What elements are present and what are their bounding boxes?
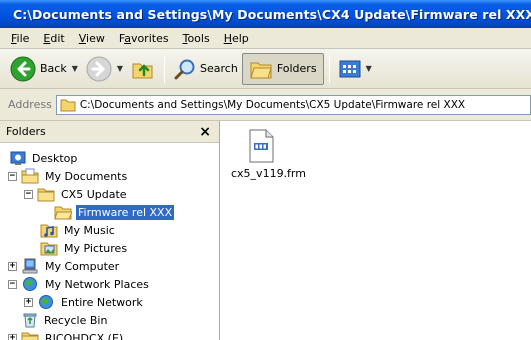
toolbar: Back ▼ ▼ Search Folders ▼ [0,49,531,89]
back-button[interactable]: Back ▼ [6,53,82,85]
folder-icon [60,99,76,111]
expand-icon[interactable]: + [24,297,33,307]
selected-folder-label: Firmware rel XXX [76,204,175,220]
recycle-bin-icon [23,313,37,328]
address-input[interactable]: C:\Documents and Settings\My Documents\C… [55,94,531,115]
tree-item-my-documents[interactable]: − My Documents [8,167,129,185]
globe-icon [39,295,53,309]
address-text: C:\Documents and Settings\My Documents\C… [79,98,466,111]
back-dropdown-icon[interactable]: ▼ [72,64,78,73]
file-list-area[interactable]: cx5_v119.frm [221,121,531,340]
my-documents-icon [21,168,39,184]
folders-icon [250,62,272,78]
frm-file-icon [249,129,274,163]
tree-item-my-pictures[interactable]: My Pictures [40,239,129,257]
my-computer-icon [22,258,38,274]
folder-icon [37,188,55,202]
folders-pane-title: Folders [6,125,46,138]
forward-arrow-icon [86,56,112,81]
collapse-icon[interactable]: − [8,279,17,289]
folders-pane-header: Folders × [0,121,219,143]
collapse-icon[interactable]: − [8,171,17,181]
file-name: cx5_v119.frm [231,167,306,180]
menu-bar: File Edit View Favorites Tools Help [0,28,531,49]
search-label: Search [200,62,238,75]
folders-button[interactable]: Folders [241,52,324,85]
expand-icon[interactable]: + [8,333,17,340]
tree-item-cx5-update[interactable]: − CX5 Update [24,185,129,203]
open-folder-icon [54,206,72,220]
address-label: Address [8,98,52,111]
forward-dropdown-icon[interactable]: ▼ [117,64,123,73]
folder-icon [21,332,39,340]
tree-item-firmware-rel-xxx[interactable]: Firmware rel XXX [54,203,175,221]
tree-item-recycle-bin[interactable]: Recycle Bin [22,311,109,329]
collapse-icon[interactable]: − [24,189,33,199]
close-icon[interactable]: × [199,125,211,139]
tree-item-my-computer[interactable]: + My Computer [8,257,121,275]
tree-item-desktop[interactable]: Desktop [10,149,79,167]
forward-button[interactable]: ▼ [82,53,127,85]
tree-item-my-network-places[interactable]: − My Network Places [8,275,151,293]
views-dropdown-icon[interactable]: ▼ [366,64,372,73]
up-folder-icon [132,63,153,78]
menu-help[interactable]: Help [217,32,256,45]
folders-label: Folders [276,62,317,75]
menu-tools[interactable]: Tools [176,32,217,45]
up-folder-button[interactable] [127,53,159,85]
views-icon [339,60,361,77]
tree-item-my-music[interactable]: My Music [40,221,117,239]
pictures-folder-icon [40,242,58,256]
file-item[interactable]: cx5_v119.frm [231,129,321,180]
search-button[interactable]: Search [170,53,242,85]
menu-edit[interactable]: Edit [36,32,71,45]
desktop-icon [10,151,26,165]
folders-pane: Folders × Desktop − My Documents − CX5 U… [0,121,220,340]
address-bar: Address C:\Documents and Settings\My Doc… [0,89,531,121]
music-folder-icon [40,224,58,238]
back-arrow-icon [10,56,36,81]
toolbar-separator [164,54,166,83]
back-label: Back [40,62,67,75]
tree-item-ricohdcx-e[interactable]: + RICOHDCX (E) [8,329,125,340]
menu-favorites[interactable]: Favorites [112,32,176,45]
views-button[interactable]: ▼ [335,53,376,85]
menu-file[interactable]: File [4,32,36,45]
window-title: C:\Documents and Settings\My Documents\C… [13,6,531,22]
network-places-icon [23,277,37,291]
search-icon [174,59,195,79]
title-bar[interactable]: C:\Documents and Settings\My Documents\C… [0,0,531,28]
menu-view[interactable]: View [72,32,112,45]
toolbar-separator [328,54,330,83]
tree-item-entire-network[interactable]: + Entire Network [24,293,145,311]
expand-icon[interactable]: + [8,261,17,271]
